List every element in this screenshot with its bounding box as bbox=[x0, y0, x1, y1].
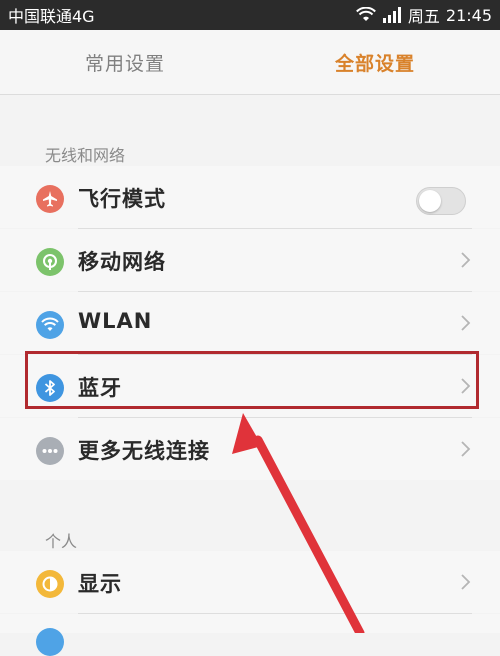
annotation-arrow-icon bbox=[232, 413, 365, 633]
